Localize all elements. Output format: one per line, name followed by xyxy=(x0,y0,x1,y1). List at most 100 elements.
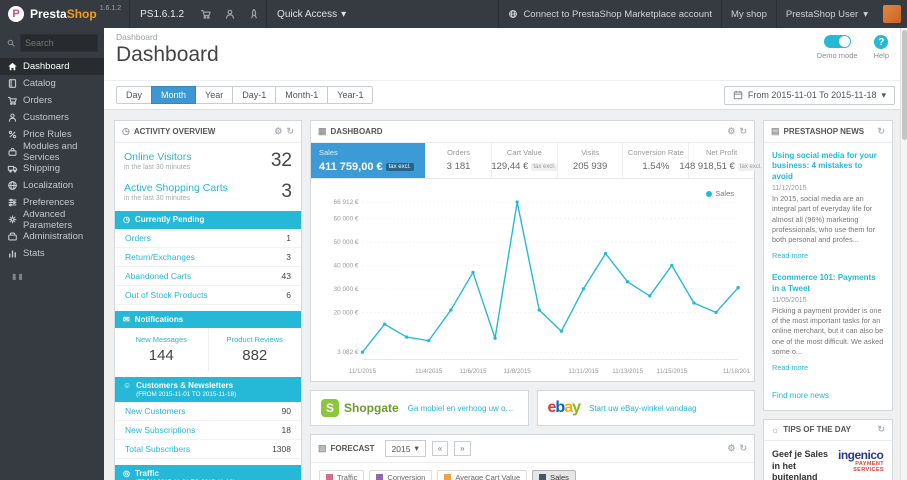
forecast-year-select[interactable]: 2015 ▾ xyxy=(384,440,426,457)
shopgate-link[interactable]: Ga mobiel en verhoog uw omzet xyxy=(408,404,518,413)
traffic-header: ◎ Traffic(FROM 2015-11-01 TO 2015-11-18) xyxy=(115,465,301,480)
forecast-icon: ▧ xyxy=(318,443,327,453)
refresh-icon[interactable]: ↻ xyxy=(286,127,294,136)
active-carts-label[interactable]: Active Shopping Carts xyxy=(124,182,228,194)
sidebar-item-catalog[interactable]: Catalog xyxy=(0,75,104,92)
kpi-visits-tab[interactable]: Visits 205 939 xyxy=(558,143,624,178)
shop-name-link[interactable]: PS1.6.1.2 xyxy=(129,0,194,28)
breadcrumb[interactable]: Dashboard xyxy=(116,32,895,42)
sidebar-item-administration[interactable]: Administration xyxy=(0,228,104,245)
svg-text:40 000 €: 40 000 € xyxy=(334,262,359,269)
sales-line-chart[interactable]: 66 912 € 60 000 € 50 000 € 40 000 € 30 000 €… xyxy=(315,185,750,381)
module-promos: S Shopgate Ga mobiel en verhoog uw omzet… xyxy=(310,390,755,426)
user-avatar[interactable] xyxy=(883,5,901,23)
product-reviews-cell[interactable]: Product Reviews 882 xyxy=(209,328,302,371)
period-year-1-button[interactable]: Year-1 xyxy=(327,86,374,104)
date-range-picker[interactable]: From 2015-11-01 To 2015-11-18 ▾ xyxy=(723,85,895,105)
news-item-title[interactable]: Using social media for your business: 4 … xyxy=(772,151,884,182)
bar-chart-icon xyxy=(9,250,16,258)
abandoned-carts-row[interactable]: Abandoned Carts 43 xyxy=(115,267,301,286)
ebay-link[interactable]: Start uw eBay-winkel vandaag xyxy=(589,404,697,413)
sidebar-item-localization[interactable]: Localization xyxy=(0,177,104,194)
globe-icon xyxy=(8,181,17,190)
forecast-chip-conversion[interactable]: Conversion xyxy=(369,470,433,480)
period-month-button[interactable]: Month xyxy=(151,86,197,104)
traffic-icon: ◎ xyxy=(123,469,130,479)
gear-icon[interactable]: ⚙ xyxy=(274,127,282,136)
page-title: Dashboard xyxy=(116,43,219,66)
tip-heading: Geef je Sales in het buitenland een Boos… xyxy=(772,448,829,480)
period-day-1-button[interactable]: Day-1 xyxy=(232,86,277,104)
period-day-button[interactable]: Day xyxy=(116,86,153,104)
sidebar-item-customers[interactable]: Customers xyxy=(0,109,104,126)
forecast-chip-traffic[interactable]: Traffic xyxy=(319,470,365,480)
sidebar-item-shipping[interactable]: Shipping xyxy=(0,160,104,177)
forecast-next-button[interactable]: » xyxy=(454,441,471,456)
period-month-1-button[interactable]: Month-1 xyxy=(275,86,329,104)
svg-text:11/11/2015: 11/11/2015 xyxy=(568,368,599,375)
rocket-icon[interactable] xyxy=(242,0,266,28)
my-shop-link[interactable]: My shop xyxy=(720,0,776,28)
cart-icon xyxy=(7,96,17,105)
refresh-icon[interactable]: ↻ xyxy=(739,127,747,136)
vertical-scrollbar[interactable] xyxy=(900,28,907,480)
out-of-stock-row[interactable]: Out of Stock Products 6 xyxy=(115,286,301,305)
toggle-switch-icon[interactable] xyxy=(823,35,851,48)
new-messages-cell[interactable]: New Messages 144 xyxy=(115,328,209,372)
sliders-icon xyxy=(8,198,17,207)
refresh-icon[interactable]: ↻ xyxy=(739,444,747,453)
activity-icon: ◷ xyxy=(122,126,130,136)
help-button[interactable]: ? Help xyxy=(874,35,889,60)
total-subscribers-row[interactable]: Total Subscribers 1308 xyxy=(115,440,301,460)
scrollbar-thumb[interactable] xyxy=(902,30,907,140)
forecast-chip-average-cart-value[interactable]: Average Cart Value xyxy=(437,470,528,480)
currently-pending-header: ◷ Currently Pending xyxy=(115,211,301,229)
cart-icon[interactable] xyxy=(194,0,218,28)
collapse-sidebar-button[interactable]: ▮▮ xyxy=(12,272,104,281)
pending-returns-row[interactable]: Return/Exchanges 3 xyxy=(115,248,301,267)
customers-topbar-icon[interactable] xyxy=(218,0,242,28)
refresh-icon[interactable]: ↻ xyxy=(877,425,885,434)
news-item-title[interactable]: Ecommerce 101: Payments in a Tweet xyxy=(772,273,884,294)
prestashop-logo-icon: P xyxy=(8,6,24,22)
ingenico-logo: ingenico PAYMENT SERVICES xyxy=(838,447,884,473)
search-input[interactable] xyxy=(20,34,98,52)
envelope-icon: ✉ xyxy=(123,314,130,324)
news-item-body: Picking a payment provider is one of the… xyxy=(772,305,884,356)
gear-icon[interactable]: ⚙ xyxy=(727,127,735,136)
forecast-prev-button[interactable]: « xyxy=(431,441,449,456)
ebay-promo-card[interactable]: ebay Start uw eBay-winkel vandaag xyxy=(536,390,755,426)
demo-mode-toggle[interactable]: Demo mode xyxy=(817,35,858,60)
forecast-legend-swatch-0 xyxy=(326,474,333,480)
refresh-icon[interactable]: ↻ xyxy=(877,127,885,136)
sidebar-item-advanced-parameters[interactable]: Advanced Parameters xyxy=(0,209,104,231)
user-menu[interactable]: PrestaShop User ▾ xyxy=(775,0,877,28)
kpi-cart-value-tab[interactable]: Cart Value 129,44 € tax excl. xyxy=(491,143,558,178)
gear-icon xyxy=(8,215,17,224)
kpi-sales-tab[interactable]: Sales 411 759,00 € tax excl. xyxy=(311,143,427,178)
new-subscriptions-row[interactable]: New Subscriptions 18 xyxy=(115,421,301,441)
pending-orders-row[interactable]: Orders 1 xyxy=(115,229,301,248)
online-visitors-label[interactable]: Online Visitors xyxy=(124,151,192,163)
quick-access-menu[interactable]: Quick Access ▾ xyxy=(266,0,356,28)
sidebar-item-dashboard[interactable]: Dashboard xyxy=(0,58,104,75)
kpi-net-profit-tab[interactable]: Net Profit 148 918,51 € tax excl. xyxy=(679,143,764,178)
sidebar-item-stats[interactable]: Stats xyxy=(0,245,104,262)
gear-icon[interactable]: ⚙ xyxy=(727,444,735,453)
shopgate-promo-card[interactable]: S Shopgate Ga mobiel en verhoog uw omzet xyxy=(310,390,529,426)
legend-dot-icon xyxy=(706,190,713,197)
marketplace-link[interactable]: Connect to PrestaShop Marketplace accoun… xyxy=(498,0,721,28)
forecast-chip-sales[interactable]: Sales xyxy=(532,470,576,480)
panel-title: FORECAST xyxy=(330,444,375,453)
find-more-news-link[interactable]: Find more news xyxy=(772,391,829,400)
brand-version: 1.6.1.2 xyxy=(99,5,122,12)
read-more-link[interactable]: Read more xyxy=(772,251,808,260)
new-customers-row[interactable]: New Customers 90 xyxy=(115,402,301,422)
sidebar-item-modules[interactable]: Modules and Services xyxy=(0,141,104,163)
activity-overview-panel: ◷ ACTIVITY OVERVIEW ⚙ ↻ Online Visitors … xyxy=(114,120,302,480)
period-year-button[interactable]: Year xyxy=(195,86,234,104)
kpi-orders-tab[interactable]: Orders 3 181 xyxy=(426,143,492,178)
sidebar-item-orders[interactable]: Orders xyxy=(0,92,104,109)
read-more-link[interactable]: Read more xyxy=(772,363,808,372)
dashboard-icon: ▦ xyxy=(318,126,327,136)
